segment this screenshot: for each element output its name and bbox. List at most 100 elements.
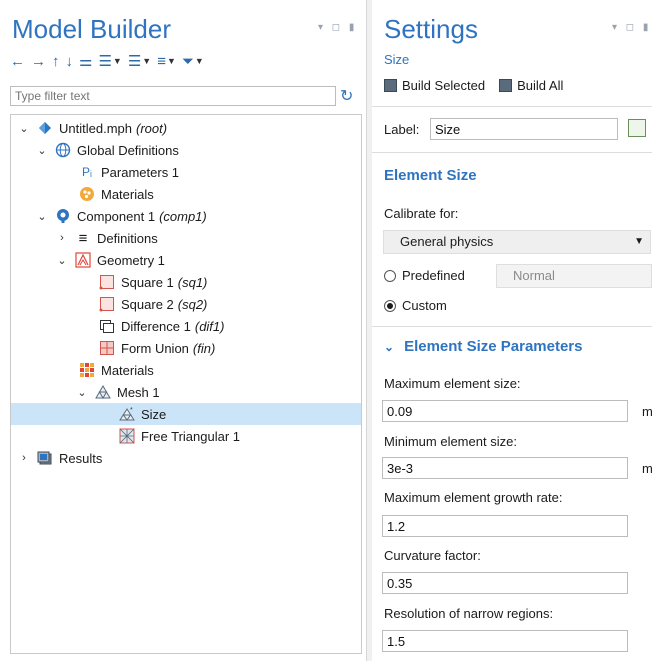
tree-node-label: Results	[59, 450, 103, 466]
tree-node-tag: (dif1)	[194, 318, 225, 334]
forward-arrow-icon[interactable]: →	[31, 53, 46, 70]
calibrate-select[interactable]: General physics ▼	[383, 230, 651, 254]
tree-node-definitions[interactable]: › ≡ Definitions	[55, 227, 158, 249]
results-icon	[37, 450, 53, 466]
settings-subtitle: Size	[384, 52, 410, 67]
divider	[372, 106, 652, 107]
dropdown-arrow-icon: ▼	[634, 236, 644, 247]
expand-icon[interactable]: ☰ ▼	[98, 52, 121, 70]
max-size-input[interactable]	[382, 400, 628, 422]
refresh-icon[interactable]: ↻	[340, 86, 353, 106]
tree-node-tag: (fin)	[192, 340, 216, 356]
build-all-button[interactable]: Build All	[499, 78, 563, 93]
predefined-value: Normal	[513, 268, 555, 283]
funnel-icon[interactable]: ⏷ ▼	[182, 53, 204, 70]
model-tree: ⌄ Untitled.mph (root) ⌄ Global Definitio…	[10, 114, 362, 654]
move-up-icon[interactable]: ↑	[52, 53, 60, 70]
show-icon[interactable]: ⚌	[79, 52, 92, 70]
build-all-icon	[499, 79, 513, 92]
chevron-down-icon[interactable]: ⌄	[35, 144, 49, 157]
chevron-down-icon[interactable]: ⌄	[75, 386, 89, 399]
narrow-regions-input[interactable]	[382, 630, 628, 652]
divider	[372, 152, 652, 153]
element-size-parameters-header[interactable]: ⌄ Element Size Parameters	[384, 338, 583, 355]
build-selected-button[interactable]: Build Selected	[384, 78, 485, 93]
model-icon	[37, 120, 53, 136]
tree-node-component[interactable]: ⌄ Component 1 (comp1)	[35, 205, 206, 227]
definitions-icon: ≡	[78, 229, 88, 247]
element-size-section-header[interactable]: Element Size	[384, 167, 477, 184]
list-icon[interactable]: ≡ ▼	[157, 53, 176, 70]
tree-filter-input[interactable]	[10, 86, 336, 106]
tree-node-free-triangular[interactable]: Free Triangular 1	[119, 425, 240, 447]
tree-node-difference[interactable]: Difference 1 (dif1)	[99, 315, 224, 337]
chevron-down-icon: ⌄	[384, 339, 395, 354]
back-arrow-icon[interactable]: ←	[10, 53, 25, 70]
label-reset-icon[interactable]	[628, 119, 646, 137]
tree-node-label: Global Definitions	[77, 142, 179, 158]
settings-title: Settings	[384, 14, 478, 44]
min-size-unit: m	[642, 461, 652, 476]
tree-node-label: Component 1	[77, 208, 156, 224]
tree-node-root[interactable]: ⌄ Untitled.mph (root)	[17, 117, 167, 139]
tree-node-label: Form Union	[121, 340, 189, 356]
materials-icon	[79, 186, 95, 202]
growth-rate-input[interactable]	[382, 515, 628, 537]
tree-node-mesh[interactable]: ⌄ Mesh 1	[75, 381, 160, 403]
tree-node-global-materials[interactable]: Materials	[79, 183, 154, 205]
tree-node-label: Mesh 1	[117, 384, 160, 400]
tree-node-tag: (sq1)	[177, 274, 208, 290]
globe-icon	[55, 142, 71, 158]
pane-window-controls[interactable]: ▾ ◻ ▮	[318, 22, 357, 33]
build-all-label: Build All	[517, 78, 564, 93]
tree-node-label: Square 2	[121, 296, 174, 312]
parameters-icon: Pᵢ	[82, 165, 92, 179]
chevron-right-icon[interactable]: ›	[55, 232, 69, 244]
mesh-icon	[95, 384, 111, 400]
custom-label: Custom	[402, 298, 447, 313]
form-union-icon	[99, 340, 115, 356]
tree-node-square-2[interactable]: Square 2 (sq2)	[99, 293, 207, 315]
narrow-regions-caption: Resolution of narrow regions:	[384, 606, 554, 621]
square-icon	[99, 274, 115, 290]
difference-icon	[99, 318, 115, 334]
tree-node-size[interactable]: * Size	[11, 403, 361, 425]
tree-node-geometry[interactable]: ⌄ Geometry 1	[55, 249, 165, 271]
svg-text:*: *	[130, 407, 133, 414]
tree-node-parameters[interactable]: Pᵢ Parameters 1	[79, 161, 179, 183]
chevron-down-icon[interactable]: ⌄	[55, 254, 69, 267]
tree-node-global-definitions[interactable]: ⌄ Global Definitions	[35, 139, 179, 161]
tree-node-component-materials[interactable]: Materials	[79, 359, 154, 381]
radio-button[interactable]	[384, 269, 396, 282]
radio-button[interactable]	[384, 299, 396, 312]
square-icon	[99, 296, 115, 312]
calibrate-value: General physics	[400, 234, 494, 249]
min-size-input[interactable]	[382, 457, 628, 479]
tree-node-results[interactable]: › Results	[17, 447, 102, 469]
label-caption: Label:	[384, 122, 420, 137]
custom-radio[interactable]: Custom	[384, 298, 447, 313]
tree-node-form-union[interactable]: Form Union (fin)	[99, 337, 215, 359]
tree-node-label: Untitled.mph	[59, 120, 132, 136]
model-builder-title: Model Builder	[12, 14, 171, 44]
min-size-caption: Minimum element size:	[384, 434, 517, 449]
chevron-down-icon[interactable]: ⌄	[35, 210, 49, 223]
tree-node-tag: (root)	[135, 120, 168, 136]
predefined-radio[interactable]: Predefined	[384, 268, 465, 283]
model-builder-pane: Model Builder ▾ ◻ ▮ ← → ↑ ↓ ⚌ ☰ ▼ ☰ ▼ ≡ ▼ ⏷…	[0, 0, 367, 661]
tree-node-label: Square 1	[121, 274, 174, 290]
chevron-down-icon[interactable]: ⌄	[17, 122, 31, 135]
curvature-input[interactable]	[382, 572, 628, 594]
build-toolbar: Build Selected Build All	[384, 78, 563, 93]
tree-node-square-1[interactable]: Square 1 (sq1)	[99, 271, 207, 293]
build-selected-icon	[384, 79, 397, 92]
pane-window-controls[interactable]: ▾ ◻ ▮	[612, 22, 651, 33]
chevron-right-icon[interactable]: ›	[17, 452, 31, 464]
tree-node-label: Materials	[101, 362, 154, 378]
predefined-select: Normal	[496, 264, 652, 288]
move-down-icon[interactable]: ↓	[66, 53, 74, 70]
label-field[interactable]	[430, 118, 618, 140]
settings-pane: Settings ▾ ◻ ▮ Size Build Selected Build…	[372, 0, 652, 661]
max-size-unit: m	[642, 404, 652, 419]
collapse-icon[interactable]: ☰ ▼	[128, 52, 151, 70]
